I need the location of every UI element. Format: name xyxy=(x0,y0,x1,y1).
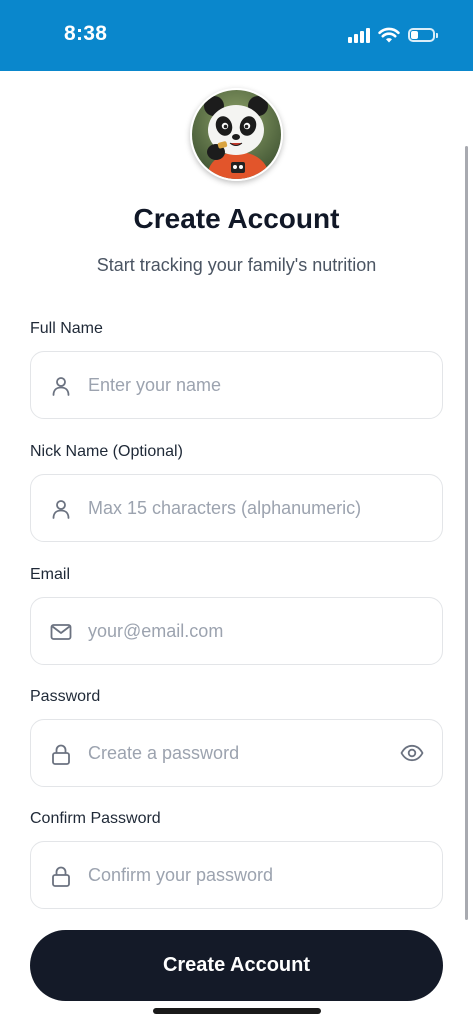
cellular-signal-icon xyxy=(348,27,370,43)
nick-name-input[interactable] xyxy=(88,475,388,541)
full-name-field[interactable] xyxy=(30,351,443,419)
email-label: Email xyxy=(30,566,71,583)
nick-name-field[interactable] xyxy=(30,474,443,542)
user-icon xyxy=(52,377,70,396)
scrollbar[interactable] xyxy=(465,146,468,920)
password-label: Password xyxy=(30,688,101,705)
full-name-label: Full Name xyxy=(30,320,103,337)
lock-icon xyxy=(52,744,70,765)
full-name-input[interactable] xyxy=(88,352,388,418)
wifi-icon xyxy=(378,27,400,42)
user-icon xyxy=(52,500,70,519)
confirm-password-input[interactable] xyxy=(88,842,388,908)
battery-icon xyxy=(408,28,438,42)
lock-icon xyxy=(52,866,70,887)
status-icons xyxy=(348,25,438,45)
eye-icon[interactable] xyxy=(400,742,424,764)
home-indicator[interactable] xyxy=(153,1008,321,1014)
page-title: Create Account xyxy=(133,203,340,234)
battery-level xyxy=(411,31,418,39)
panda-avatar-icon xyxy=(190,88,283,181)
mail-icon xyxy=(50,624,72,640)
email-input[interactable] xyxy=(88,598,388,664)
create-account-button[interactable]: Create Account xyxy=(30,930,443,1001)
password-field[interactable] xyxy=(30,719,443,787)
status-time: 8:38 xyxy=(64,22,108,45)
confirm-password-label: Confirm Password xyxy=(30,810,161,827)
confirm-password-field[interactable] xyxy=(30,841,443,909)
nick-name-label: Nick Name (Optional) xyxy=(30,443,183,460)
password-input[interactable] xyxy=(88,720,388,786)
page-subtitle: Start tracking your family's nutrition xyxy=(96,255,377,275)
status-bar: 8:38 xyxy=(0,0,473,71)
email-field[interactable] xyxy=(30,597,443,665)
